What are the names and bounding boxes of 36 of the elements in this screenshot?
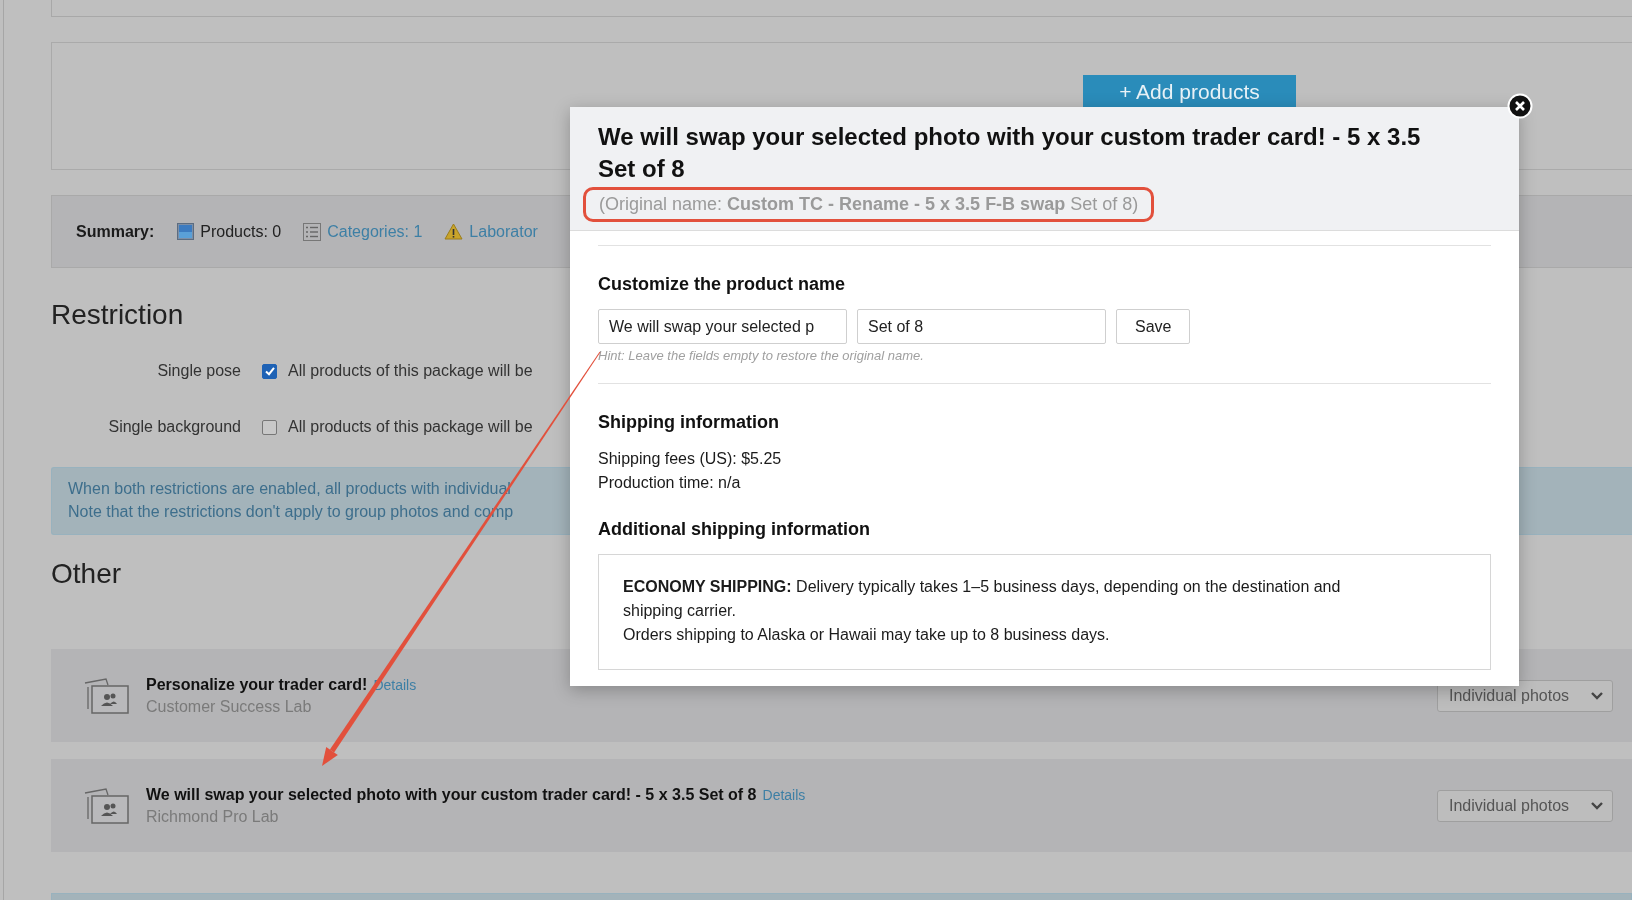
save-button[interactable]: Save [1116, 309, 1191, 344]
close-icon[interactable] [1507, 93, 1533, 119]
products-count: Products: 0 [200, 222, 282, 241]
section-heading: Other [51, 558, 122, 590]
original-name: (Original name: Custom TC - Rename - 5 x 3.5 F-B swap Set of 8) [599, 194, 1139, 214]
checkbox[interactable] [262, 363, 277, 379]
option-description: All products of this package will be [288, 418, 533, 436]
checkbox[interactable] [262, 419, 277, 435]
product-title: Personalize your trader card! [146, 675, 368, 694]
section-heading: Customize the product name [598, 274, 846, 295]
list-icon [303, 222, 322, 241]
product-title: We will swap your selected photo with your custom trader card! - 5 x 3.5 Set of 8 [146, 785, 757, 804]
shipping-note: Orders shipping to Alaska or Hawaii may take up to 8 business days. [623, 625, 1111, 645]
chevron-down-icon [1590, 800, 1604, 811]
shipping-detail: Shipping fees (US): $5.25 [598, 449, 783, 469]
categories-link[interactable]: Categories: 1 [327, 222, 423, 241]
chevron-down-icon [1590, 690, 1604, 701]
shipping-note: ECONOMY SHIPPING: Delivery typically takes 1–5 business days, depending on the destination and shipping carrier. [623, 577, 1342, 621]
lab-name: Customer Success Lab [146, 697, 313, 716]
name-suffix-field[interactable]: Set of 8 [857, 309, 1106, 344]
option-description: All products of this package will be [288, 362, 533, 380]
details-link[interactable]: Details [762, 786, 806, 803]
product-name-field[interactable]: We will swap your selected p [598, 309, 847, 344]
summary-label: Summary: [76, 222, 155, 241]
section-heading: Additional shipping information [598, 519, 870, 540]
warning-icon [444, 223, 464, 240]
photo-mode-dropdown[interactable]: Individual photos [1437, 789, 1613, 822]
picture-icon [177, 223, 195, 240]
hint-text: Hint: Leave the fields empty to restore the original name. [598, 348, 925, 363]
option-label: Single background [107, 418, 241, 436]
option-label: Single pose [156, 362, 241, 380]
section-heading: Restriction [51, 299, 184, 331]
laboratory-link[interactable]: Laborator [469, 222, 538, 241]
shipping-detail: Production time: n/a [598, 473, 742, 493]
section-heading: Shipping information [598, 412, 779, 433]
lab-name: Richmond Pro Lab [146, 807, 280, 826]
